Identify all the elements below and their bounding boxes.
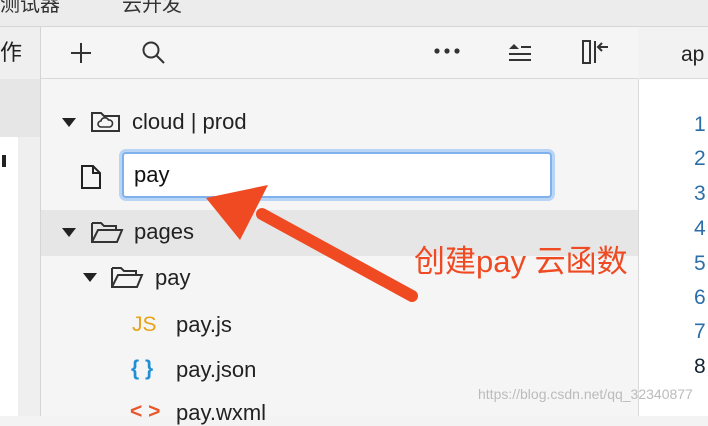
annotation-arrow-icon: [206, 185, 418, 302]
annotation-text: 创建pay 云函数: [414, 244, 628, 279]
watermark-text: https://blog.csdn.net/qq_32340877: [478, 386, 693, 402]
